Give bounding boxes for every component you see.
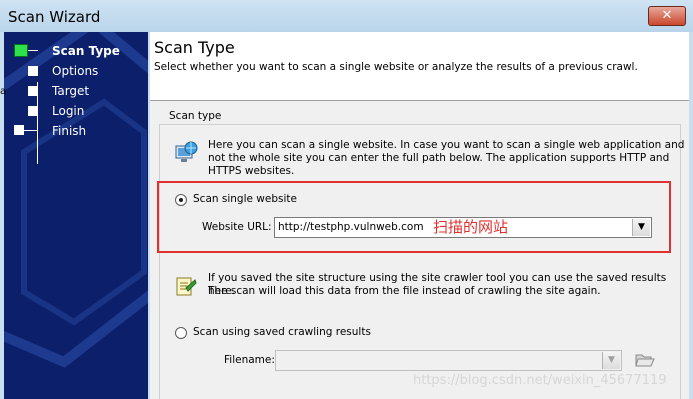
watermark: https://blog.csdn.net/weixin_45677119 xyxy=(413,373,667,388)
folder-open-icon[interactable] xyxy=(635,351,655,369)
page-subtitle: Select whether you want to scan a single… xyxy=(154,61,638,73)
single-info-line-2: not the whole site you can enter the ful… xyxy=(208,152,670,164)
close-icon: ✕ xyxy=(661,8,673,23)
title-bar: Scan Wizard ✕ xyxy=(0,0,693,32)
scan-saved-results-label[interactable]: Scan using saved crawling results xyxy=(193,326,371,339)
filename-combo[interactable]: ▼ xyxy=(275,350,622,371)
step-options[interactable]: Options xyxy=(52,64,98,78)
group-label: Scan type xyxy=(167,110,224,122)
white-square-icon xyxy=(28,66,38,76)
highlight-box xyxy=(157,181,671,253)
white-square-icon xyxy=(28,106,38,116)
annotation-label: 扫描的网站 xyxy=(433,218,509,236)
globe-computer-icon xyxy=(175,141,198,162)
single-info-line-3: HTTPS websites. xyxy=(208,165,295,177)
window-title: Scan Wizard xyxy=(8,8,101,26)
chevron-down-icon[interactable]: ▼ xyxy=(602,352,620,369)
page-header: Scan Type Select whether you want to sca… xyxy=(150,32,689,101)
crawl-data-icon xyxy=(176,277,197,296)
edge-fragment: a xyxy=(0,86,7,97)
green-square-icon xyxy=(14,44,28,57)
single-info-line-1: Here you can scan a single website. In c… xyxy=(208,139,685,151)
white-square-icon xyxy=(14,125,24,135)
step-login[interactable]: Login xyxy=(52,104,84,118)
page-title: Scan Type xyxy=(154,38,235,57)
step-target[interactable]: Target xyxy=(52,84,89,98)
scan-wizard-window: Scan Wizard ✕ Scan Type Options Target L… xyxy=(0,0,693,399)
saved-info-line-2: The scan will load this data from the fi… xyxy=(208,285,601,297)
step-finish[interactable]: Finish xyxy=(52,124,86,138)
step-scan-type[interactable]: Scan Type xyxy=(52,44,120,58)
white-square-icon xyxy=(28,86,38,96)
scan-saved-results-radio[interactable] xyxy=(175,327,187,339)
close-button[interactable]: ✕ xyxy=(648,6,686,26)
wizard-sidebar: Scan Type Options Target Login Finish xyxy=(4,32,148,399)
filename-label: Filename: xyxy=(224,354,275,366)
